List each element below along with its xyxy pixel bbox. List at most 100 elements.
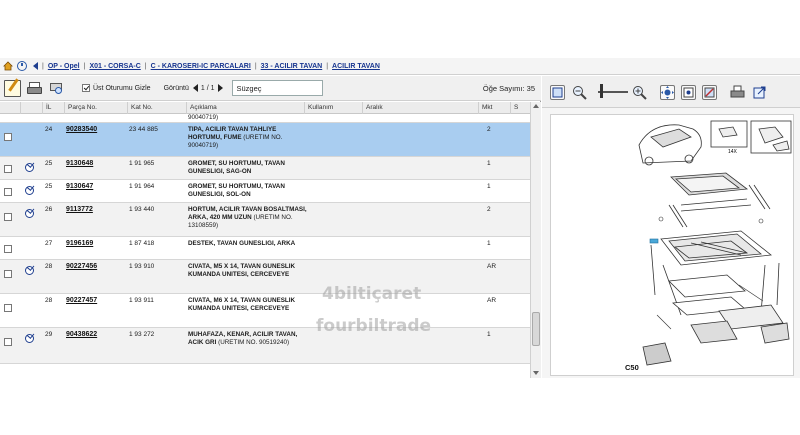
row-qty: AR <box>487 297 497 304</box>
table-row[interactable]: 29 90438622 1 93 272 MUHAFAZA, KENAR, AC… <box>0 328 530 364</box>
fit-view-icon[interactable] <box>550 85 565 100</box>
bottom-blank-area <box>0 378 800 435</box>
row-checkbox[interactable] <box>4 213 12 221</box>
breadcrumb-item-section[interactable]: ACILIR TAVAN <box>332 63 380 70</box>
table-row[interactable]: 24 90283540 23 44 885 TIPA, ACILIR TAVAN… <box>0 123 530 157</box>
sunroof-exploded-diagram[interactable]: 14X <box>550 114 794 376</box>
highlight-icon[interactable] <box>702 85 717 100</box>
row-il: 28 <box>45 263 53 270</box>
parts-table-body: 90040719) 24 90283540 23 44 885 TIPA, AC… <box>0 114 530 378</box>
row-checkbox[interactable] <box>4 165 12 173</box>
info-link-icon[interactable] <box>25 207 34 218</box>
parts-toolbar: Üst Oturumu Gizle Görüntü 1 / 1 Süzgeç Ö… <box>0 76 541 101</box>
info-link-icon[interactable] <box>25 264 34 275</box>
row-cat-number: 1 93 911 <box>129 297 154 304</box>
header-icon-col <box>20 102 42 114</box>
header-description[interactable]: Açıklama <box>186 102 304 114</box>
row-il: 29 <box>45 331 53 338</box>
print-icon[interactable] <box>26 80 43 97</box>
filter-input[interactable]: Süzgeç <box>231 80 323 96</box>
scroll-down-icon[interactable] <box>533 371 539 375</box>
clipped-description: 90040719) <box>188 114 219 121</box>
row-checkbox[interactable] <box>4 133 12 141</box>
row-checkbox[interactable] <box>4 270 12 278</box>
export-icon[interactable] <box>752 85 767 100</box>
row-qty: 1 <box>487 240 491 247</box>
zoom-slider-thumb[interactable] <box>600 84 603 98</box>
scroll-up-icon[interactable] <box>533 104 539 108</box>
row-part-number[interactable]: 90227457 <box>66 297 97 305</box>
table-row[interactable]: 25 9130648 1 91 965 GROMET, SU HORTUMU, … <box>0 157 530 180</box>
row-description: DESTEK, TAVAN GUNESLIGI, ARKA <box>188 240 296 247</box>
pan-icon[interactable] <box>660 85 675 100</box>
diagram-code: C50 <box>625 363 639 372</box>
back-arrow-icon[interactable] <box>33 62 38 70</box>
row-il: 25 <box>45 160 53 167</box>
header-checkbox-col <box>0 102 20 114</box>
hide-top-checkbox[interactable] <box>82 84 90 92</box>
row-part-number[interactable]: 9113772 <box>66 206 93 214</box>
breadcrumb-separator: | <box>83 62 86 70</box>
row-part-number[interactable]: 90227456 <box>66 263 97 271</box>
row-cat-number: 1 93 272 <box>129 331 155 338</box>
edit-icon[interactable] <box>4 79 21 97</box>
table-row[interactable]: 27 9196169 1 87 418 DESTEK, TAVAN GUNESL… <box>0 237 530 260</box>
breadcrumb-item-model[interactable]: X01 - CORSA-C <box>89 63 140 70</box>
breadcrumb-item-group[interactable]: C - KAROSERI-IC PARCALARI <box>151 63 251 70</box>
info-link-icon[interactable] <box>25 184 34 195</box>
header-s[interactable]: S <box>510 102 530 114</box>
breadcrumb-item-subgroup[interactable]: 33 - ACILIR TAVAN <box>261 63 323 70</box>
diagram-drawing: 14X <box>638 120 792 366</box>
row-part-number[interactable]: 9130648 <box>66 160 93 168</box>
row-description: HORTUM, ACILIR TAVAN BOSALTMASI, ARKA, 4… <box>188 206 307 230</box>
clock-icon[interactable] <box>17 61 27 71</box>
home-icon[interactable] <box>3 61 13 71</box>
next-page-icon[interactable] <box>217 84 223 92</box>
previous-page-icon[interactable] <box>192 84 198 92</box>
print-preview-icon[interactable] <box>48 80 65 97</box>
table-row-empty <box>0 364 530 378</box>
breadcrumb-item-make[interactable]: OP - Opel <box>48 63 80 70</box>
row-checkbox[interactable] <box>4 245 12 253</box>
row-cat-number: 1 93 440 <box>129 206 155 213</box>
header-usage[interactable]: Kullanım <box>304 102 362 114</box>
header-qty[interactable]: Mkt <box>478 102 510 114</box>
row-il: 27 <box>45 240 53 247</box>
breadcrumb-separator: | <box>254 62 257 70</box>
diagram-toolbar <box>542 76 800 108</box>
row-qty: 2 <box>487 126 491 133</box>
info-link-icon[interactable] <box>25 332 34 343</box>
table-row[interactable]: 28 90227457 1 93 911 CIVATA, M6 X 14, TA… <box>0 294 530 328</box>
header-range[interactable]: Aralık <box>362 102 478 114</box>
zoom-in-icon[interactable] <box>632 85 647 100</box>
item-count: Öğe Sayımı: 35 <box>482 83 535 93</box>
row-part-number[interactable]: 9196169 <box>66 240 93 248</box>
diagram-callout-label: 14X <box>728 149 738 155</box>
row-checkbox[interactable] <box>4 304 12 312</box>
info-link-icon[interactable] <box>25 161 34 172</box>
row-checkbox[interactable] <box>4 338 12 346</box>
watermark-text: fourbiltrade <box>316 316 432 336</box>
header-il[interactable]: İL <box>42 102 64 114</box>
header-part-no[interactable]: Parça No. <box>64 102 127 114</box>
row-part-number[interactable]: 90438622 <box>66 331 97 339</box>
table-row[interactable]: 25 9130647 1 91 964 GROMET, SU HORTUMU, … <box>0 180 530 203</box>
page-indicator: 1 / 1 <box>200 84 215 92</box>
table-row[interactable]: 26 9113772 1 93 440 HORTUM, ACILIR TAVAN… <box>0 203 530 237</box>
header-cat-no[interactable]: Kat No. <box>127 102 186 114</box>
breadcrumb-separator: | <box>144 62 147 70</box>
hotspot-icon[interactable] <box>681 85 696 100</box>
row-checkbox[interactable] <box>4 188 12 196</box>
row-part-number[interactable]: 9130647 <box>66 183 93 191</box>
hide-top-label: Üst Oturumu Gizle <box>93 84 151 92</box>
vertical-scrollbar[interactable] <box>530 102 541 378</box>
diagram-print-icon[interactable] <box>730 85 745 100</box>
table-row[interactable]: 28 90227456 1 93 910 CIVATA, M5 X 14, TA… <box>0 260 530 294</box>
watermark-text: 4biltiçaret <box>322 284 422 304</box>
row-qty: AR <box>487 263 497 270</box>
zoom-out-icon[interactable] <box>572 85 587 100</box>
row-cat-number: 1 93 910 <box>129 263 155 270</box>
scroll-thumb[interactable] <box>532 312 540 346</box>
row-part-number[interactable]: 90283540 <box>66 126 97 134</box>
parts-list-panel: Üst Oturumu Gizle Görüntü 1 / 1 Süzgeç Ö… <box>0 76 541 378</box>
